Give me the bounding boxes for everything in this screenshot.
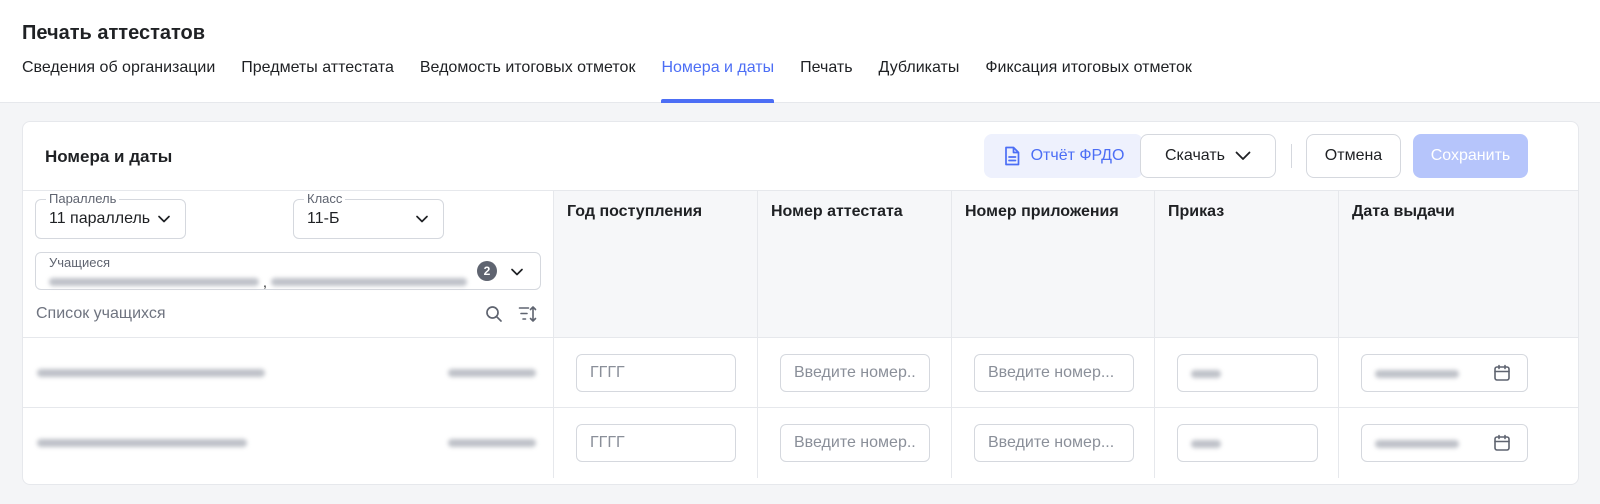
- appendix-number-cell: Введите номер...: [952, 338, 1155, 407]
- selected-count-badge: 2: [477, 261, 497, 281]
- chevron-down-icon: [158, 215, 170, 223]
- toolbar-divider: [1291, 144, 1292, 168]
- students-select[interactable]: Учащиеся , 2: [35, 252, 541, 290]
- certificate-number-input[interactable]: Введите номер..: [780, 424, 930, 462]
- save-button[interactable]: Сохранить: [1413, 134, 1528, 178]
- blurred-student-name: [37, 369, 265, 377]
- appendix-number-input[interactable]: Введите номер...: [974, 354, 1134, 392]
- year-cell: ГГГГ: [554, 408, 758, 478]
- year-input[interactable]: ГГГГ: [576, 424, 736, 462]
- students-separator: ,: [263, 274, 267, 290]
- tab-organization[interactable]: Сведения об организации: [22, 59, 215, 103]
- tab-duplicates[interactable]: Дубликаты: [879, 59, 960, 103]
- blurred-order-value: [1191, 440, 1221, 448]
- blurred-date-value: [1375, 370, 1459, 378]
- document-icon: [1004, 146, 1019, 166]
- issue-date-cell: [1339, 408, 1578, 478]
- cancel-button[interactable]: Отмена: [1306, 134, 1401, 178]
- tab-fix-final-grades[interactable]: Фиксация итоговых отметок: [985, 59, 1192, 103]
- column-header-issue-date: Дата выдачи: [1352, 203, 1455, 220]
- parallel-select[interactable]: Параллель 11 параллель: [35, 191, 186, 239]
- calendar-icon[interactable]: [1493, 364, 1511, 382]
- parallel-select-label: Параллель: [46, 191, 120, 206]
- order-input[interactable]: [1177, 424, 1318, 462]
- issue-date-input[interactable]: [1361, 424, 1528, 462]
- table-row: ГГГГ Введите номер.. Введите номер...: [23, 338, 1578, 408]
- blurred-student-name: [37, 439, 247, 447]
- chevron-down-icon: [511, 268, 523, 276]
- tab-certificate-subjects[interactable]: Предметы аттестата: [241, 59, 394, 103]
- download-label: Скачать: [1165, 147, 1225, 164]
- certificate-number-cell: Введите номер..: [758, 338, 952, 407]
- students-select-label: Учащиеся: [49, 255, 110, 270]
- issue-date-input[interactable]: [1361, 354, 1528, 392]
- tab-bar: Сведения об организации Предметы аттеста…: [22, 59, 1192, 103]
- chevron-down-icon: [1235, 151, 1251, 160]
- frdo-report-button[interactable]: Отчёт ФРДО: [984, 134, 1143, 178]
- certificate-number-input[interactable]: Введите номер..: [780, 354, 930, 392]
- search-icon[interactable]: [485, 305, 503, 323]
- tab-numbers-dates[interactable]: Номера и даты: [661, 59, 774, 103]
- year-input[interactable]: ГГГГ: [576, 354, 736, 392]
- student-name-cell: [23, 338, 554, 407]
- page-header: Печать аттестатов Сведения об организаци…: [0, 0, 1600, 103]
- blurred-student-name: [270, 278, 467, 286]
- frdo-report-label: Отчёт ФРДО: [1030, 147, 1125, 164]
- blurred-student-info: [448, 439, 536, 447]
- order-input[interactable]: [1177, 354, 1318, 392]
- parallel-select-value: 11 параллель: [49, 210, 151, 227]
- numbers-dates-card: Номера и даты Отчёт ФРДО Скачать Отмена …: [22, 121, 1579, 485]
- column-header-order: Приказ: [1155, 191, 1339, 337]
- class-select-value: 11-Б: [307, 210, 340, 227]
- class-select[interactable]: Класс 11-Б: [293, 191, 444, 239]
- column-header-appendix-number: Номер приложения: [952, 191, 1155, 337]
- chevron-down-icon: [416, 215, 428, 223]
- certificate-number-cell: Введите номер..: [758, 408, 952, 478]
- class-select-label: Класс: [304, 191, 346, 206]
- appendix-number-input[interactable]: Введите номер...: [974, 424, 1134, 462]
- appendix-number-cell: Введите номер...: [952, 408, 1155, 478]
- page-title: Печать аттестатов: [22, 22, 206, 44]
- column-header-certificate-number: Номер аттестата: [758, 191, 952, 337]
- students-selected-values: ,: [49, 274, 467, 290]
- blurred-order-value: [1191, 370, 1221, 378]
- column-header-year: Год поступления: [554, 191, 758, 337]
- student-filters: Параллель 11 параллель Класс 11-Б Учащие…: [23, 191, 554, 337]
- blurred-student-name: [49, 278, 259, 286]
- blurred-date-value: [1375, 440, 1459, 448]
- tab-final-grades-sheet[interactable]: Ведомость итоговых отметок: [420, 59, 636, 103]
- table-row: ГГГГ Введите номер.. Введите номер...: [23, 408, 1578, 478]
- blurred-student-info: [448, 369, 536, 377]
- student-list-label: Список учащихся: [36, 305, 166, 322]
- download-button[interactable]: Скачать: [1140, 134, 1276, 178]
- table-header: Параллель 11 параллель Класс 11-Б Учащие…: [23, 190, 1578, 338]
- year-cell: ГГГГ: [554, 338, 758, 407]
- sort-icon[interactable]: [518, 305, 538, 323]
- tab-print[interactable]: Печать: [800, 59, 852, 103]
- student-name-cell: [23, 408, 554, 478]
- card-title: Номера и даты: [45, 147, 173, 166]
- order-cell: [1155, 338, 1339, 407]
- order-cell: [1155, 408, 1339, 478]
- issue-date-cell: [1339, 338, 1578, 407]
- calendar-icon[interactable]: [1493, 434, 1511, 452]
